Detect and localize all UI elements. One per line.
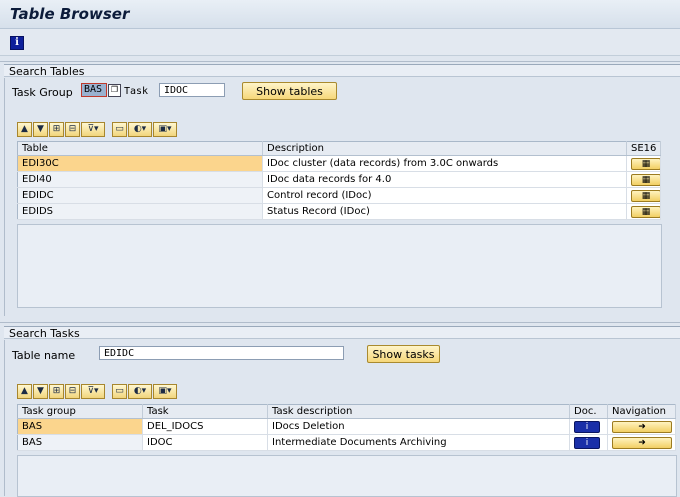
table-name-cell[interactable]: EDI40	[17, 171, 263, 188]
find-icon[interactable]: ⊞	[49, 384, 64, 399]
table-name-cell[interactable]: EDI30C	[17, 155, 263, 172]
export-icon[interactable]: ◐▾	[128, 384, 152, 399]
table-row[interactable]: EDI40 IDoc data records for 4.0 ▦	[17, 171, 661, 188]
grid-empty-area	[17, 224, 662, 308]
column-header-task-group[interactable]: Task group	[17, 404, 143, 419]
layout-icon[interactable]: ▣▾	[153, 122, 177, 137]
search-tasks-panel: Table name EDIDC Show tasks ▲ ▼ ⊞ ⊟ ⊽▾ ▭…	[4, 340, 680, 497]
print-preview-icon[interactable]: ▭	[112, 122, 127, 137]
task-cell: IDOC	[142, 434, 268, 451]
table-name-cell[interactable]: EDIDS	[17, 203, 263, 220]
print-icon[interactable]: ▲	[17, 122, 32, 137]
task-group-label: Task Group	[12, 86, 73, 99]
column-header-se16[interactable]: SE16	[626, 141, 661, 156]
tables-grid: Table Description SE16 EDI30C IDoc clust…	[17, 141, 661, 220]
section-separator	[0, 322, 680, 323]
value-help-icon[interactable]: ❐	[108, 84, 121, 97]
find-next-icon[interactable]: ⊟	[65, 384, 80, 399]
description-cell: Control record (IDoc)	[262, 187, 627, 204]
table-name-field[interactable]: EDIDC	[99, 346, 344, 360]
export-icon[interactable]: ◐▾	[128, 122, 152, 137]
application-toolbar: i	[0, 29, 680, 56]
section-separator	[0, 61, 680, 62]
task-description-cell: IDocs Deletion	[267, 418, 570, 435]
column-header-task[interactable]: Task	[142, 404, 268, 419]
alv-toolbar: ▲ ▼ ⊞ ⊟ ⊽▾ ▭ ◐▾ ▣▾	[17, 122, 177, 138]
search-tables-panel: Task Group BAS ❐ Task IDOC Show tables ▲…	[4, 78, 680, 316]
description-cell: IDoc cluster (data records) from 3.0C on…	[262, 155, 627, 172]
set-filter-icon[interactable]: ⊽▾	[81, 122, 105, 137]
column-header-description[interactable]: Description	[262, 141, 627, 156]
table-row[interactable]: BAS IDOC Intermediate Documents Archivin…	[17, 434, 676, 451]
column-header-table[interactable]: Table	[17, 141, 263, 156]
table-row[interactable]: BAS DEL_IDOCS IDocs Deletion i ➜	[17, 418, 676, 435]
grid-empty-area	[17, 455, 677, 497]
layout-icon[interactable]: ▣▾	[153, 384, 177, 399]
task-cell: DEL_IDOCS	[142, 418, 268, 435]
task-group-cell[interactable]: BAS	[17, 434, 143, 451]
task-group-cell[interactable]: BAS	[17, 418, 143, 435]
se16-table-icon[interactable]: ▦	[631, 157, 660, 170]
description-cell: Status Record (IDoc)	[262, 203, 627, 220]
alv-toolbar: ▲ ▼ ⊞ ⊟ ⊽▾ ▭ ◐▾ ▣▾	[17, 384, 177, 400]
filter-icon[interactable]: ▼	[33, 122, 48, 137]
set-filter-icon[interactable]: ⊽▾	[81, 384, 105, 399]
print-icon[interactable]: ▲	[17, 384, 32, 399]
column-header-navigation[interactable]: Navigation	[607, 404, 676, 419]
info-icon[interactable]: i	[10, 36, 24, 50]
search-tables-header: Search Tables	[4, 64, 680, 78]
navigation-arrow-icon[interactable]: ➜	[612, 436, 672, 449]
table-row[interactable]: EDIDS Status Record (IDoc) ▦	[17, 203, 661, 220]
find-icon[interactable]: ⊞	[49, 122, 64, 137]
column-header-doc[interactable]: Doc.	[569, 404, 608, 419]
show-tables-button[interactable]: Show tables	[242, 82, 337, 100]
title-bar: Table Browser	[0, 0, 680, 29]
description-cell: IDoc data records for 4.0	[262, 171, 627, 188]
table-name-cell[interactable]: EDIDC	[17, 187, 263, 204]
task-field[interactable]: IDOC	[159, 83, 225, 97]
se16-table-icon[interactable]: ▦	[631, 205, 660, 218]
doc-info-icon[interactable]: i	[574, 436, 600, 449]
navigation-arrow-icon[interactable]: ➜	[612, 420, 672, 433]
grid-header-row: Table Description SE16	[17, 141, 661, 156]
tasks-grid: Task group Task Task description Doc. Na…	[17, 404, 676, 451]
table-row[interactable]: EDIDC Control record (IDoc) ▦	[17, 187, 661, 204]
find-next-icon[interactable]: ⊟	[65, 122, 80, 137]
doc-info-icon[interactable]: i	[574, 420, 600, 433]
table-name-label: Table name	[12, 349, 76, 362]
table-row[interactable]: EDI30C IDoc cluster (data records) from …	[17, 155, 661, 172]
se16-table-icon[interactable]: ▦	[631, 189, 660, 202]
grid-header-row: Task group Task Task description Doc. Na…	[17, 404, 676, 419]
column-header-task-description[interactable]: Task description	[267, 404, 570, 419]
filter-icon[interactable]: ▼	[33, 384, 48, 399]
window-title: Table Browser	[10, 5, 130, 23]
task-label: Task	[124, 86, 149, 97]
task-group-field[interactable]: BAS	[81, 83, 107, 97]
search-tasks-header: Search Tasks	[4, 326, 680, 340]
print-preview-icon[interactable]: ▭	[112, 384, 127, 399]
task-description-cell: Intermediate Documents Archiving	[267, 434, 570, 451]
show-tasks-button[interactable]: Show tasks	[367, 345, 440, 363]
se16-table-icon[interactable]: ▦	[631, 173, 660, 186]
